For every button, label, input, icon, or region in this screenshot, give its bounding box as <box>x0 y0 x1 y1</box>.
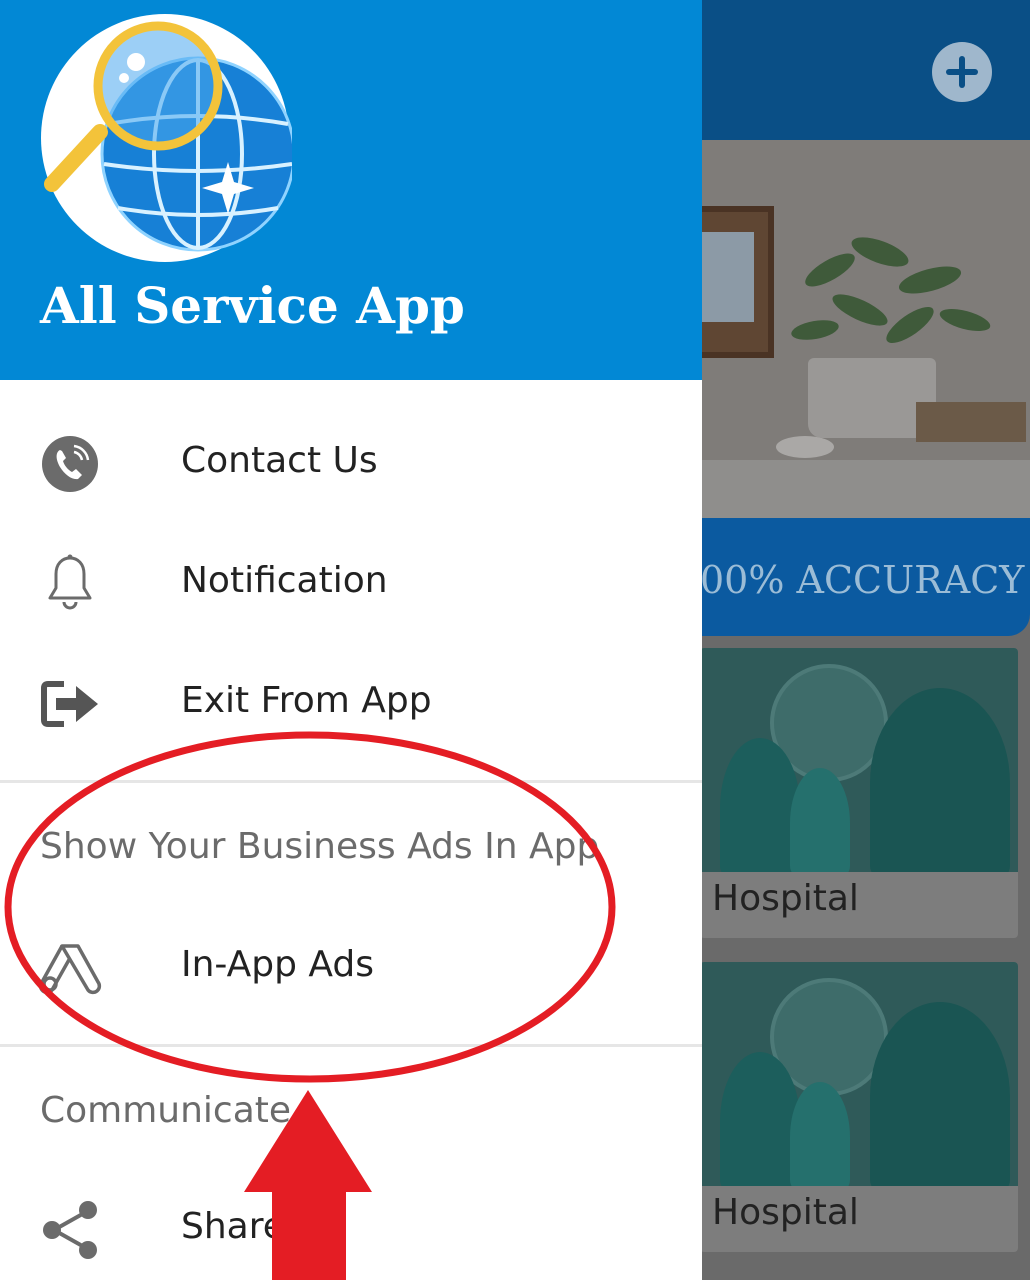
menu-item-label: Exit From App <box>181 680 432 721</box>
background-accuracy-ribbon: 00% ACCURACY <box>700 518 1030 636</box>
drawer-header: All Service App <box>0 0 702 380</box>
menu-item-label: Notification <box>181 560 388 601</box>
background-card-hospital: Hospital <box>700 962 1018 1252</box>
menu-item-in-app-ads[interactable]: In-App Ads <box>0 912 702 1022</box>
section-header-communicate: Communicate <box>40 1090 292 1131</box>
ads-icon <box>38 944 102 995</box>
navigation-drawer: All Service App Contact Us Notification … <box>0 0 702 1280</box>
add-icon <box>932 42 992 102</box>
menu-item-notification[interactable]: Notification <box>0 528 702 638</box>
section-header-ads: Show Your Business Ads In App <box>40 826 600 867</box>
background-card-hospital: Hospital <box>700 648 1018 938</box>
menu-item-label: In-App Ads <box>181 944 375 985</box>
menu-item-exit-from-app[interactable]: Exit From App <box>0 648 702 758</box>
app-title: All Service App <box>40 276 465 335</box>
background-banner-image <box>700 140 1030 518</box>
app-logo-icon <box>41 14 292 262</box>
card-label: Hospital <box>712 1192 859 1233</box>
ribbon-text: 00% ACCURACY <box>700 558 1025 602</box>
menu-item-contact-us[interactable]: Contact Us <box>0 408 702 518</box>
hospital-photo <box>700 962 1018 1186</box>
card-label: Hospital <box>712 878 859 919</box>
hospital-photo <box>700 648 1018 872</box>
menu-item-share[interactable]: Share <box>0 1174 702 1284</box>
phone-icon <box>42 436 98 492</box>
exit-icon <box>41 681 98 727</box>
share-icon <box>43 1201 97 1259</box>
divider <box>0 780 702 783</box>
bell-icon <box>48 554 92 610</box>
divider <box>0 1044 702 1047</box>
menu-item-label: Share <box>181 1206 285 1247</box>
menu-item-label: Contact Us <box>181 440 378 481</box>
